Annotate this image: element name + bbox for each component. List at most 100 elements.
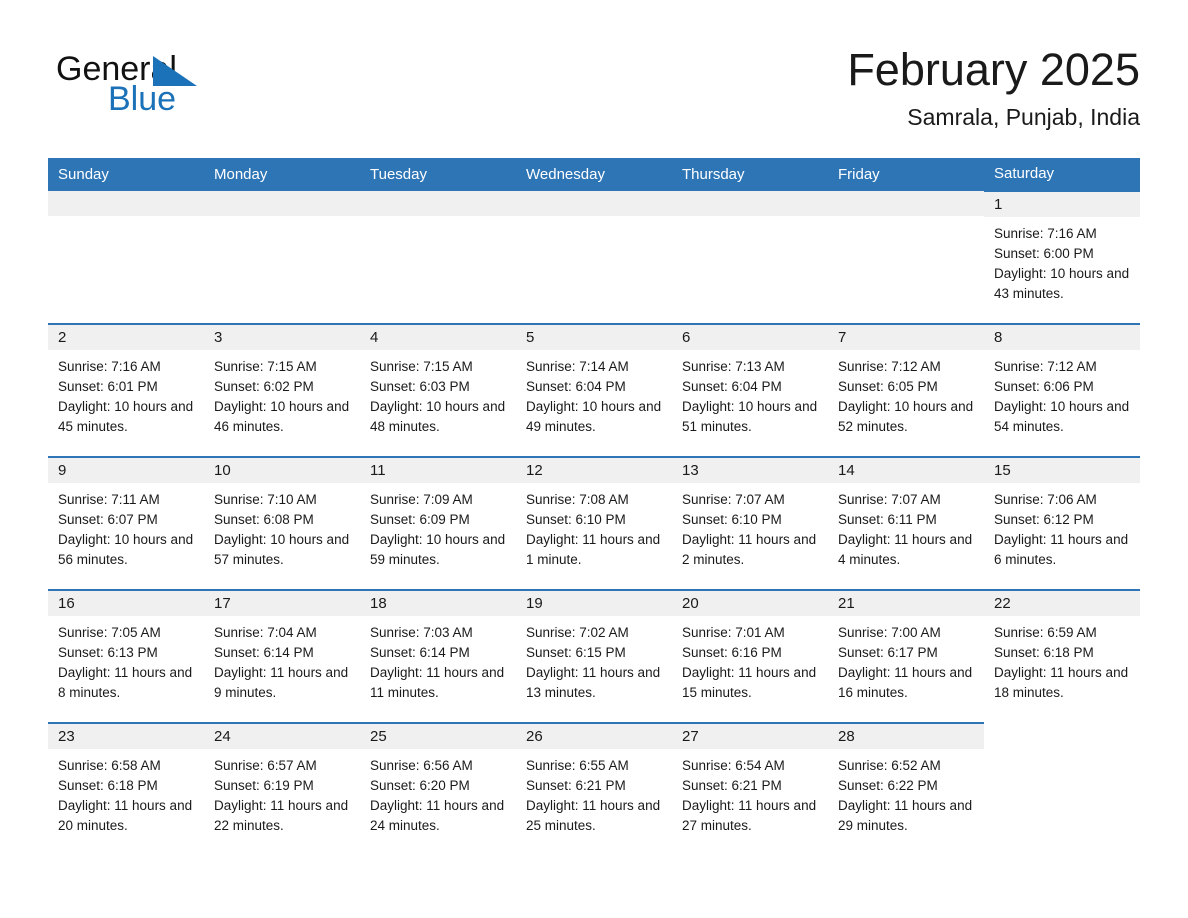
calendar-day-cell-empty [672,191,828,324]
day-details: Sunrise: 6:52 AM Sunset: 6:22 PM Daylight:… [828,749,984,836]
sunset-text: Sunset: 6:12 PM [994,512,1094,527]
day-number: 3 [204,325,360,350]
day-number: 20 [672,591,828,616]
calendar-body: 1 Sunrise: 7:16 AM Sunset: 6:00 PM Daylight… [48,190,1140,856]
sunset-text: Sunset: 6:17 PM [838,645,938,660]
sunset-text: Sunset: 6:16 PM [682,645,782,660]
calendar-day-cell[interactable]: 12 Sunrise: 7:08 AM Sunset: 6:10 PM Dayligh… [516,456,672,590]
day-number: 28 [828,724,984,749]
sunset-text: Sunset: 6:21 PM [526,778,626,793]
day-number: 4 [360,325,516,350]
calendar-day-cell[interactable]: 20 Sunrise: 7:01 AM Sunset: 6:16 PM Dayligh… [672,589,828,723]
calendar-day-cell[interactable]: 10 Sunrise: 7:10 AM Sunset: 6:08 PM Dayligh… [204,456,360,590]
day-number: 26 [516,724,672,749]
sunrise-text: Sunrise: 7:07 AM [682,492,785,507]
calendar-day-cell[interactable]: 27 Sunrise: 6:54 AM Sunset: 6:21 PM Dayligh… [672,722,828,856]
daylight-text: Daylight: 10 hours and 52 minutes. [838,399,974,434]
sunset-text: Sunset: 6:18 PM [994,645,1094,660]
calendar-day-cell[interactable]: 1 Sunrise: 7:16 AM Sunset: 6:00 PM Daylight… [984,190,1140,324]
day-details: Sunrise: 7:16 AM Sunset: 6:00 PM Daylight:… [984,217,1140,304]
sunrise-text: Sunrise: 7:11 AM [58,492,160,507]
sunrise-text: Sunrise: 6:59 AM [994,625,1097,640]
day-number: 16 [48,591,204,616]
sunset-text: Sunset: 6:07 PM [58,512,158,527]
calendar-day-cell[interactable]: 28 Sunrise: 6:52 AM Sunset: 6:22 PM Dayligh… [828,722,984,856]
calendar-header-row: Sunday Monday Tuesday Wednesday Thursday Frid… [48,158,1140,191]
calendar-day-cell[interactable]: 17 Sunrise: 7:04 AM Sunset: 6:14 PM Dayligh… [204,589,360,723]
sunset-text: Sunset: 6:08 PM [214,512,314,527]
calendar-day-cell[interactable]: 22 Sunrise: 6:59 AM Sunset: 6:18 PM Dayligh… [984,589,1140,723]
general-blue-logo[interactable]: General Blue [56,52,316,132]
weekday-header-sunday: Sunday [48,158,204,191]
sunrise-text: Sunrise: 7:05 AM [58,625,161,640]
calendar-day-cell[interactable]: 11 Sunrise: 7:09 AM Sunset: 6:09 PM Dayligh… [360,456,516,590]
daylight-text: Daylight: 11 hours and 18 minutes. [994,665,1129,700]
calendar-day-cell[interactable]: 3 Sunrise: 7:15 AM Sunset: 6:02 PM Daylight… [204,323,360,457]
day-number: 18 [360,591,516,616]
day-details: Sunrise: 7:15 AM Sunset: 6:03 PM Daylight:… [360,350,516,437]
day-number: 25 [360,724,516,749]
sunrise-text: Sunrise: 6:57 AM [214,758,317,773]
sunrise-sunset-calendar: Sunday Monday Tuesday Wednesday Thursday Frid… [48,158,1140,856]
day-number: 24 [204,724,360,749]
calendar-day-cell[interactable]: 8 Sunrise: 7:12 AM Sunset: 6:06 PM Daylight… [984,323,1140,457]
calendar-day-cell[interactable]: 6 Sunrise: 7:13 AM Sunset: 6:04 PM Daylight… [672,323,828,457]
sunset-text: Sunset: 6:20 PM [370,778,470,793]
calendar-page: General Blue February 2025 Samrala, Punj… [0,0,1188,918]
day-number: 2 [48,325,204,350]
sunrise-text: Sunrise: 7:15 AM [214,359,317,374]
day-number: 5 [516,325,672,350]
day-number: 13 [672,458,828,483]
calendar-day-cell[interactable]: 14 Sunrise: 7:07 AM Sunset: 6:11 PM Dayligh… [828,456,984,590]
daylight-text: Daylight: 11 hours and 4 minutes. [838,532,973,567]
calendar-day-cell[interactable]: 9 Sunrise: 7:11 AM Sunset: 6:07 PM Daylight… [48,456,204,590]
daylight-text: Daylight: 10 hours and 48 minutes. [370,399,506,434]
sunset-text: Sunset: 6:15 PM [526,645,626,660]
calendar-week-row: 1 Sunrise: 7:16 AM Sunset: 6:00 PM Daylight… [48,190,1140,324]
sunrise-text: Sunrise: 6:58 AM [58,758,161,773]
calendar-day-cell[interactable]: 7 Sunrise: 7:12 AM Sunset: 6:05 PM Daylight… [828,323,984,457]
calendar-day-cell[interactable]: 26 Sunrise: 6:55 AM Sunset: 6:21 PM Dayligh… [516,722,672,856]
daylight-text: Daylight: 11 hours and 2 minutes. [682,532,817,567]
calendar-day-cell[interactable]: 23 Sunrise: 6:58 AM Sunset: 6:18 PM Dayligh… [48,722,204,856]
day-number-blank [516,191,672,216]
day-details: Sunrise: 7:03 AM Sunset: 6:14 PM Daylight:… [360,616,516,703]
day-number: 9 [48,458,204,483]
calendar-day-cell-empty [516,191,672,324]
day-details: Sunrise: 7:08 AM Sunset: 6:10 PM Daylight:… [516,483,672,570]
calendar-week-row: 16 Sunrise: 7:05 AM Sunset: 6:13 PM Dayligh… [48,589,1140,723]
day-number: 7 [828,325,984,350]
day-number: 22 [984,591,1140,616]
calendar-day-cell[interactable]: 5 Sunrise: 7:14 AM Sunset: 6:04 PM Daylight… [516,323,672,457]
calendar-day-cell[interactable]: 4 Sunrise: 7:15 AM Sunset: 6:03 PM Daylight… [360,323,516,457]
calendar-day-cell[interactable]: 15 Sunrise: 7:06 AM Sunset: 6:12 PM Dayligh… [984,456,1140,590]
sunset-text: Sunset: 6:21 PM [682,778,782,793]
weekday-header-tuesday: Tuesday [360,158,516,191]
day-details: Sunrise: 7:07 AM Sunset: 6:11 PM Daylight:… [828,483,984,570]
sunset-text: Sunset: 6:10 PM [682,512,782,527]
calendar-day-cell[interactable]: 24 Sunrise: 6:57 AM Sunset: 6:19 PM Dayligh… [204,722,360,856]
calendar-day-cell[interactable]: 2 Sunrise: 7:16 AM Sunset: 6:01 PM Daylight… [48,323,204,457]
daylight-text: Daylight: 10 hours and 43 minutes. [994,266,1130,301]
daylight-text: Daylight: 10 hours and 46 minutes. [214,399,350,434]
day-number: 1 [984,192,1140,217]
sunset-text: Sunset: 6:01 PM [58,379,158,394]
weekday-header-monday: Monday [204,158,360,191]
daylight-text: Daylight: 10 hours and 59 minutes. [370,532,506,567]
calendar-day-cell[interactable]: 21 Sunrise: 7:00 AM Sunset: 6:17 PM Dayligh… [828,589,984,723]
day-details: Sunrise: 7:14 AM Sunset: 6:04 PM Daylight:… [516,350,672,437]
day-details: Sunrise: 6:54 AM Sunset: 6:21 PM Daylight:… [672,749,828,836]
calendar-day-cell[interactable]: 13 Sunrise: 7:07 AM Sunset: 6:10 PM Dayligh… [672,456,828,590]
day-details: Sunrise: 7:16 AM Sunset: 6:01 PM Daylight:… [48,350,204,437]
sunrise-text: Sunrise: 7:12 AM [838,359,941,374]
calendar-day-cell[interactable]: 16 Sunrise: 7:05 AM Sunset: 6:13 PM Dayligh… [48,589,204,723]
calendar-day-cell[interactable]: 25 Sunrise: 6:56 AM Sunset: 6:20 PM Dayligh… [360,722,516,856]
calendar-day-cell[interactable]: 18 Sunrise: 7:03 AM Sunset: 6:14 PM Dayligh… [360,589,516,723]
calendar-day-cell[interactable]: 19 Sunrise: 7:02 AM Sunset: 6:15 PM Dayligh… [516,589,672,723]
weekday-header-wednesday: Wednesday [516,158,672,191]
day-number: 21 [828,591,984,616]
weekday-header-friday: Friday [828,158,984,191]
weekday-header-thursday: Thursday [672,158,828,191]
calendar-week-row: 23 Sunrise: 6:58 AM Sunset: 6:18 PM Dayligh… [48,722,1140,856]
daylight-text: Daylight: 11 hours and 11 minutes. [370,665,505,700]
